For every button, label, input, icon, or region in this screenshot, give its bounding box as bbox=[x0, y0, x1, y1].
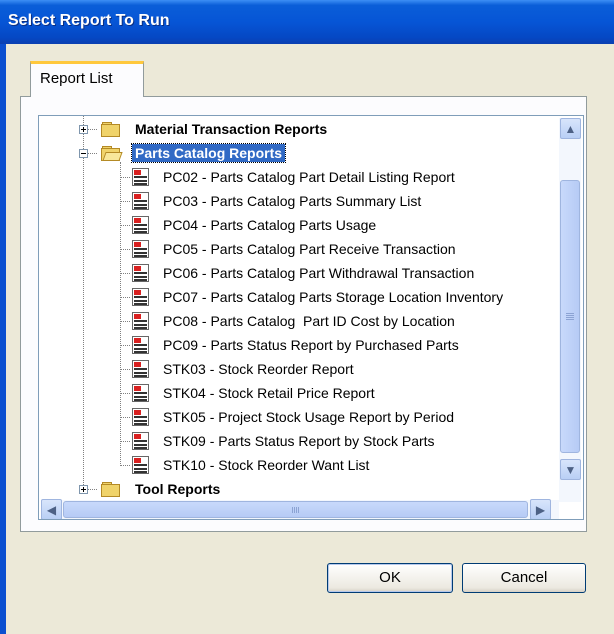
horizontal-scrollbar[interactable]: ◀ ▶ bbox=[41, 499, 559, 519]
vertical-scrollbar[interactable]: ▲ ▼ bbox=[559, 118, 581, 502]
report-icon bbox=[132, 360, 149, 378]
scroll-up-button[interactable]: ▲ bbox=[560, 118, 581, 139]
tree-line bbox=[120, 417, 130, 418]
tree-line bbox=[120, 369, 130, 370]
tree-line bbox=[120, 249, 130, 250]
tab-report-list[interactable]: Report List bbox=[30, 61, 144, 97]
report-icon bbox=[132, 264, 149, 282]
tree-item-report[interactable]: STK03 - Stock Reorder Report bbox=[163, 360, 354, 378]
tree-line bbox=[83, 116, 84, 491]
cancel-button[interactable]: Cancel bbox=[462, 563, 586, 593]
tree-line bbox=[120, 345, 130, 346]
tree-line bbox=[120, 393, 130, 394]
scroll-down-button[interactable]: ▼ bbox=[560, 459, 581, 480]
ok-button[interactable]: OK bbox=[327, 563, 453, 593]
tree-item-report[interactable]: PC09 - Parts Status Report by Purchased … bbox=[163, 336, 459, 354]
tree-line bbox=[120, 162, 121, 466]
scroll-left-button[interactable]: ◀ bbox=[41, 499, 62, 519]
tree-item-report[interactable]: STK05 - Project Stock Usage Report by Pe… bbox=[163, 408, 454, 426]
report-icon bbox=[132, 384, 149, 402]
tree-line bbox=[120, 177, 130, 178]
report-icon bbox=[132, 288, 149, 306]
window-border bbox=[0, 44, 6, 634]
chevron-left-icon: ◀ bbox=[46, 503, 57, 517]
tree-category-tool[interactable]: Tool Reports bbox=[132, 480, 223, 498]
report-icon bbox=[132, 240, 149, 258]
window-title: Select Report To Run bbox=[8, 12, 170, 29]
collapse-toggle[interactable] bbox=[79, 149, 88, 158]
folder-icon bbox=[101, 482, 121, 497]
grip-icon bbox=[292, 507, 293, 513]
tree-line bbox=[120, 441, 130, 442]
report-icon bbox=[132, 408, 149, 426]
grip-icon bbox=[294, 507, 295, 513]
tab-label: Report List bbox=[40, 70, 113, 87]
chevron-right-icon: ▶ bbox=[535, 503, 546, 517]
tree-item-report[interactable]: PC07 - Parts Catalog Parts Storage Locat… bbox=[163, 288, 503, 306]
tree-item-report[interactable]: STK04 - Stock Retail Price Report bbox=[163, 384, 375, 402]
folder-open-icon bbox=[101, 146, 123, 161]
tree-item-report[interactable]: PC04 - Parts Catalog Parts Usage bbox=[163, 216, 376, 234]
expand-toggle[interactable] bbox=[79, 485, 88, 494]
report-icon bbox=[132, 456, 149, 474]
scroll-right-button[interactable]: ▶ bbox=[530, 499, 551, 519]
grip-icon bbox=[566, 313, 574, 314]
tree-item-report[interactable]: STK09 - Parts Status Report by Stock Par… bbox=[163, 432, 435, 450]
vertical-scroll-thumb[interactable] bbox=[560, 180, 580, 453]
chevron-up-icon: ▲ bbox=[564, 122, 577, 136]
grip-icon bbox=[566, 315, 574, 316]
report-icon bbox=[132, 192, 149, 210]
grip-icon bbox=[296, 507, 297, 513]
tree-item-report[interactable]: PC03 - Parts Catalog Parts Summary List bbox=[163, 192, 421, 210]
tree-line bbox=[120, 297, 130, 298]
report-icon bbox=[132, 432, 149, 450]
folder-icon bbox=[101, 122, 121, 137]
tree-category-parts-catalog[interactable]: Parts Catalog Reports bbox=[130, 143, 287, 163]
tree-line bbox=[120, 225, 130, 226]
horizontal-scroll-thumb[interactable] bbox=[63, 501, 528, 518]
grip-icon bbox=[566, 319, 574, 320]
tree-category-material-transaction[interactable]: Material Transaction Reports bbox=[132, 120, 330, 138]
report-icon bbox=[132, 168, 149, 186]
tree-line bbox=[120, 465, 130, 466]
expand-toggle[interactable] bbox=[79, 125, 88, 134]
tree-line bbox=[120, 273, 130, 274]
report-icon bbox=[132, 312, 149, 330]
report-tree[interactable]: Material Transaction Reports Parts Catal… bbox=[38, 115, 584, 520]
grip-icon bbox=[298, 507, 299, 513]
tree-item-report[interactable]: PC08 - Parts Catalog Part ID Cost by Loc… bbox=[163, 312, 455, 330]
report-icon bbox=[132, 336, 149, 354]
chevron-down-icon: ▼ bbox=[564, 463, 577, 477]
tree-item-report[interactable]: STK10 - Stock Reorder Want List bbox=[163, 456, 369, 474]
tree-item-report[interactable]: PC06 - Parts Catalog Part Withdrawal Tra… bbox=[163, 264, 474, 282]
title-bar[interactable]: Select Report To Run bbox=[0, 0, 614, 44]
report-icon bbox=[132, 216, 149, 234]
tree-line bbox=[120, 201, 130, 202]
grip-icon bbox=[566, 317, 574, 318]
tree-item-report[interactable]: PC02 - Parts Catalog Part Detail Listing… bbox=[163, 168, 455, 186]
tree-item-report[interactable]: PC05 - Parts Catalog Part Receive Transa… bbox=[163, 240, 456, 258]
tree-line bbox=[120, 321, 130, 322]
